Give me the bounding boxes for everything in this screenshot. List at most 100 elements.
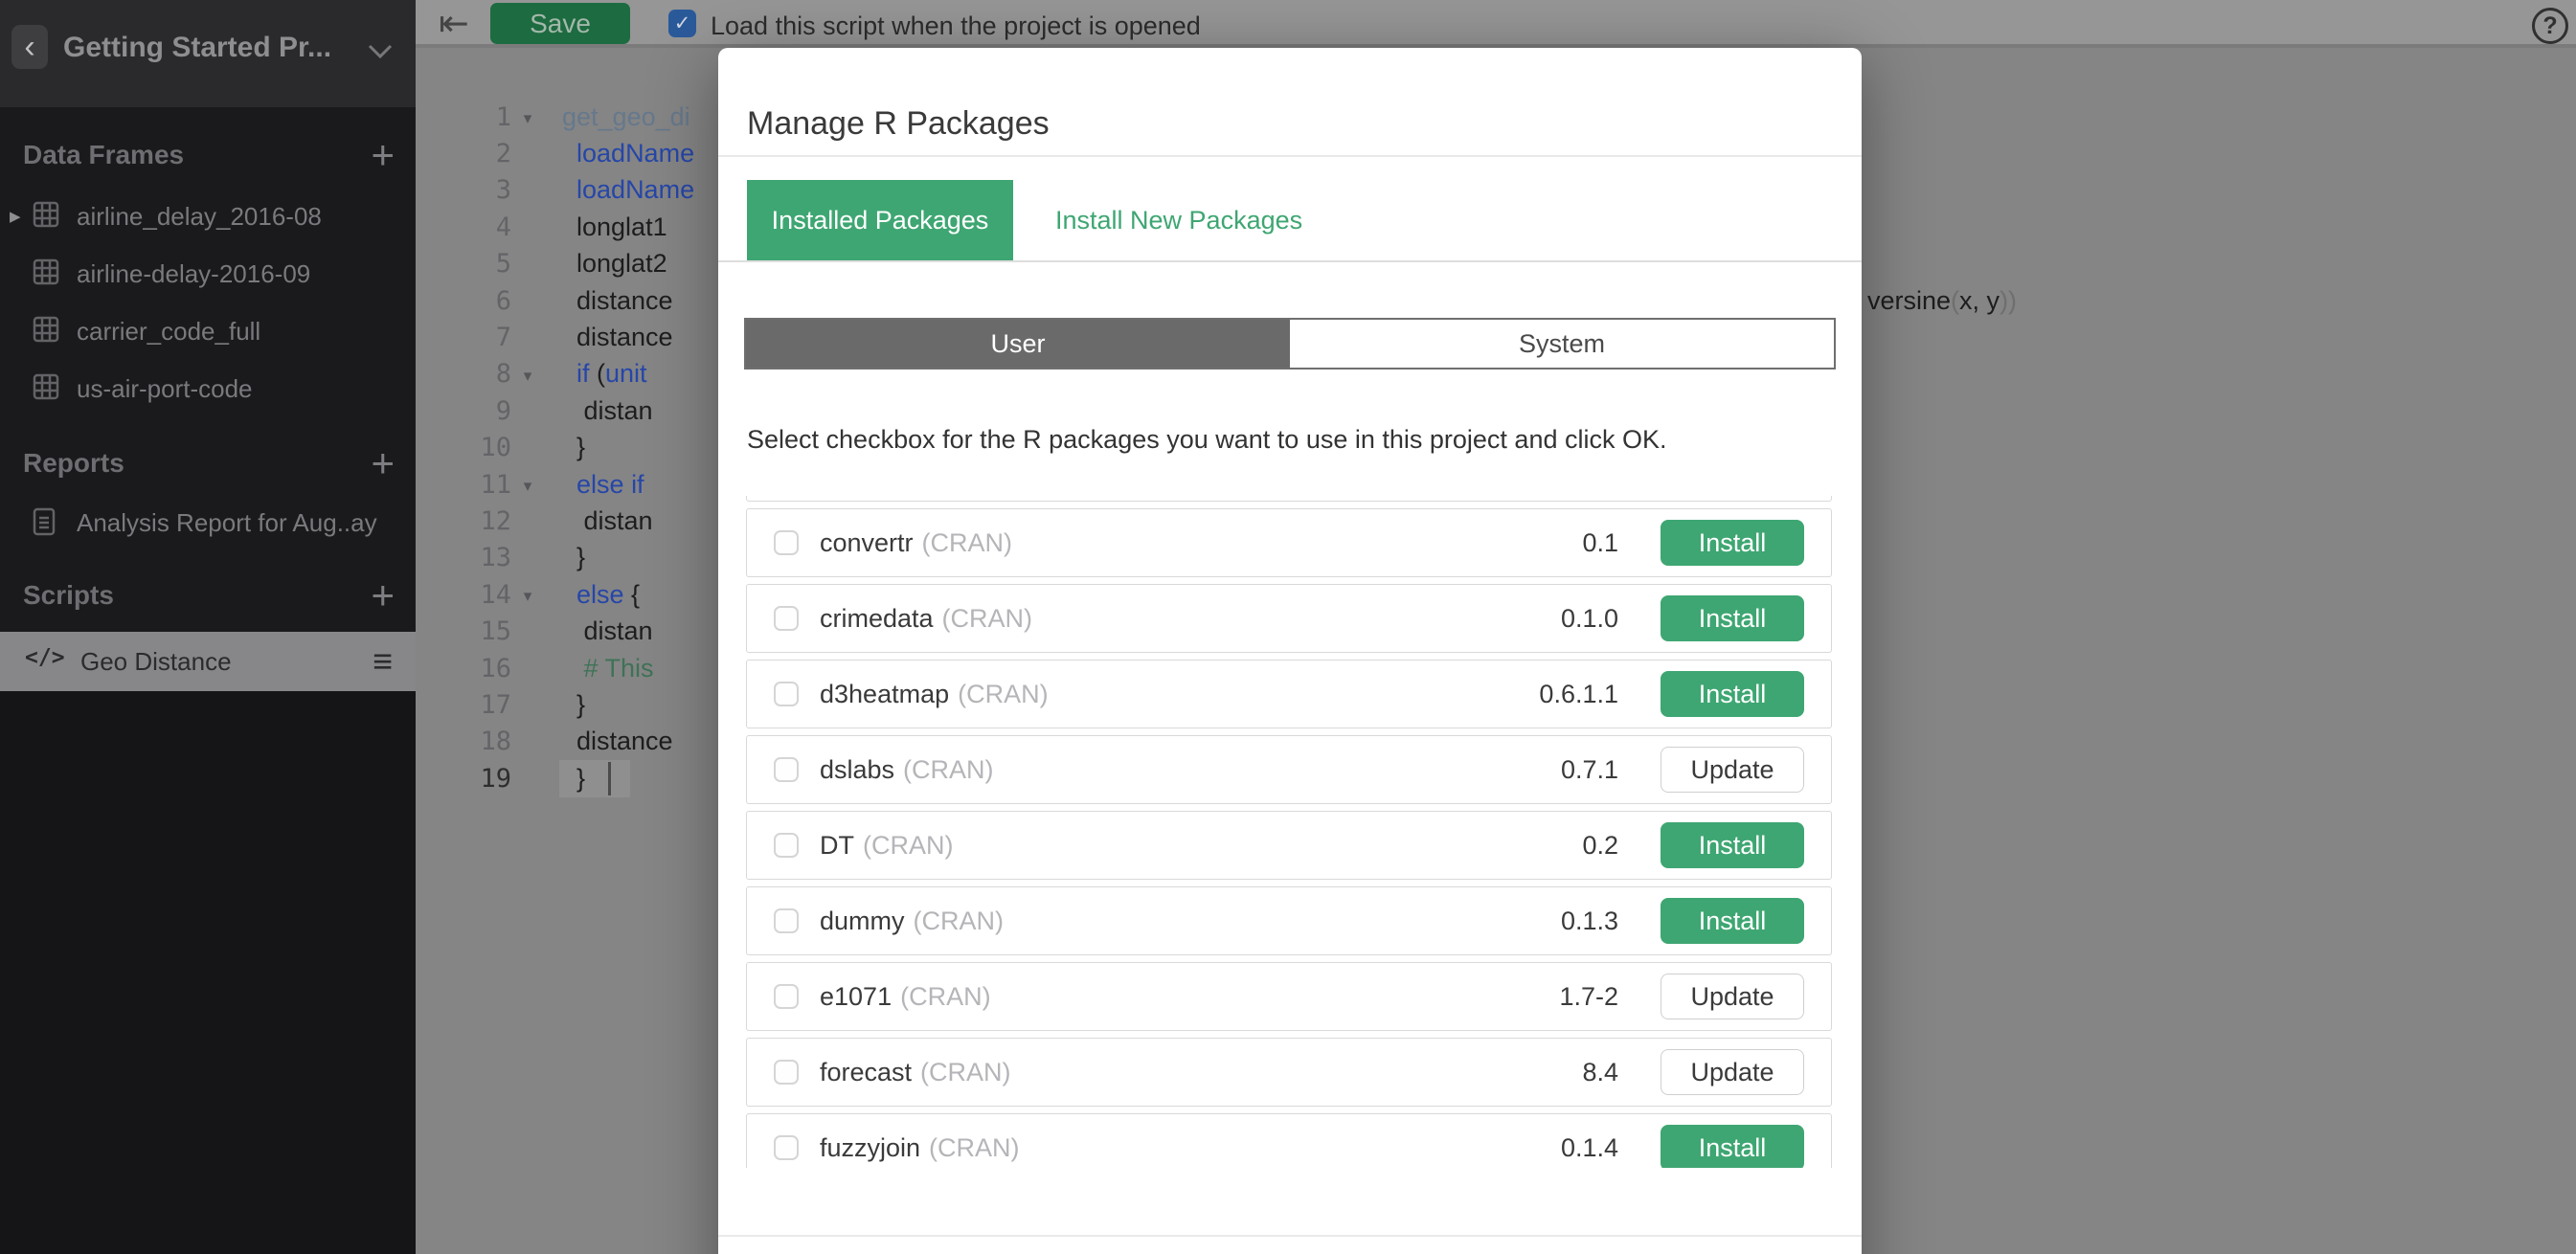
fold-arrow-icon[interactable] [511, 703, 544, 706]
package-version: 0.1.3 [1561, 907, 1618, 936]
package-action-button[interactable]: Install [1661, 822, 1804, 868]
code-text: longlat2 [544, 249, 667, 279]
package-name: d3heatmap [820, 680, 949, 709]
sidebar-item-data-frame[interactable]: ▶ airline_delay_2016-08 [0, 188, 416, 245]
dialog-title: Manage R Packages [747, 105, 1050, 143]
fold-arrow-icon[interactable] [511, 299, 544, 302]
line-number: 10 [416, 433, 511, 462]
help-icon[interactable]: ? [2532, 8, 2568, 44]
package-action-button[interactable]: Update [1661, 1049, 1804, 1095]
package-action-button[interactable]: Install [1661, 595, 1804, 641]
line-number: 1 [416, 102, 511, 132]
package-list[interactable]: convertr (CRAN) 0.1 Install crimedata (C… [746, 496, 1832, 1168]
fold-arrow-icon[interactable] [511, 189, 544, 192]
fold-arrow-icon[interactable] [511, 666, 544, 670]
project-title[interactable]: Getting Started Pr... [63, 32, 331, 64]
package-checkbox[interactable] [774, 833, 799, 858]
code-text: } [544, 764, 585, 794]
item-label: airline_delay_2016-08 [77, 202, 322, 232]
code-token: x, y [1959, 286, 2000, 316]
code-text: # This [544, 654, 654, 683]
package-checkbox[interactable] [774, 682, 799, 706]
load-script-checkbox-label: Load this script when the project is ope… [711, 11, 1201, 41]
package-action-button[interactable]: Install [1661, 520, 1804, 566]
fold-arrow-icon[interactable] [511, 446, 544, 450]
add-script-button[interactable]: + [371, 572, 395, 618]
code-token: distan [562, 506, 653, 535]
package-row: fuzzyjoin (CRAN) 0.1.4 Install [746, 1113, 1832, 1168]
fold-arrow-icon[interactable] [511, 225, 544, 229]
chevron-down-icon[interactable] [368, 44, 393, 64]
package-checkbox[interactable] [774, 606, 799, 631]
code-token [562, 359, 576, 388]
package-action-button[interactable]: Install [1661, 898, 1804, 944]
package-row: d3heatmap (CRAN) 0.6.1.1 Install [746, 660, 1832, 728]
package-version: 1.7-2 [1559, 982, 1618, 1012]
item-label: us-air-port-code [77, 374, 253, 404]
load-script-checkbox[interactable]: ✓ [668, 10, 696, 37]
tab-installed-packages[interactable]: Installed Packages [747, 180, 1013, 260]
package-name: crimedata [820, 604, 934, 634]
package-checkbox[interactable] [774, 984, 799, 1009]
package-source: (CRAN) [920, 1058, 1011, 1087]
package-action-button[interactable]: Update [1661, 974, 1804, 1019]
fold-arrow-icon[interactable] [511, 630, 544, 634]
section-label: Reports [23, 448, 124, 479]
dialog-tabs: Installed Packages Install New Packages [747, 180, 1344, 260]
sidebar-item-report[interactable]: Analysis Report for Aug..ay [0, 494, 416, 551]
code-token: loadName [576, 175, 694, 204]
scope-system-button[interactable]: System [1290, 320, 1834, 368]
package-name: convertr [820, 528, 914, 558]
sidebar-item-data-frame[interactable]: ▶ airline-delay-2016-09 [0, 245, 416, 302]
code-token: longlat2 [562, 249, 667, 278]
package-version: 0.1.0 [1561, 604, 1618, 634]
fold-arrow-icon[interactable] [511, 152, 544, 156]
code-text: distance [544, 727, 673, 756]
package-checkbox[interactable] [774, 1135, 799, 1160]
fold-arrow-icon[interactable] [511, 336, 544, 340]
section-data-frames: Data Frames + ▶ airline_delay_2016-08 ▶ … [0, 134, 416, 417]
fold-arrow-icon[interactable] [511, 519, 544, 523]
package-checkbox[interactable] [774, 908, 799, 933]
sidebar-item-data-frame[interactable]: ▶ carrier_code_full [0, 302, 416, 360]
sidebar-item-script-selected[interactable]: </> Geo Distance ≡ [0, 632, 416, 691]
collapse-sidebar-icon[interactable]: ⇤ [439, 2, 469, 45]
fold-arrow-icon[interactable] [511, 740, 544, 744]
fold-arrow-icon[interactable]: ▾ [511, 583, 544, 606]
line-number: 15 [416, 616, 511, 646]
fold-arrow-icon[interactable] [511, 776, 544, 780]
package-action-button[interactable]: Update [1661, 747, 1804, 793]
expand-arrow-icon[interactable]: ▶ [10, 208, 21, 225]
package-row: DT (CRAN) 0.2 Install [746, 811, 1832, 880]
package-checkbox[interactable] [774, 757, 799, 782]
fold-arrow-icon[interactable] [511, 262, 544, 266]
table-grid-icon [33, 373, 59, 405]
code-token: if [576, 359, 590, 388]
fold-arrow-icon[interactable]: ▾ [511, 363, 544, 386]
code-text: if (unit [544, 359, 647, 389]
save-button[interactable]: Save [490, 3, 630, 44]
package-row: dummy (CRAN) 0.1.3 Install [746, 886, 1832, 955]
script-menu-icon[interactable]: ≡ [373, 641, 393, 682]
package-action-button[interactable]: Install [1661, 671, 1804, 717]
add-report-button[interactable]: + [371, 440, 395, 486]
code-text: } [544, 690, 585, 720]
fold-arrow-icon[interactable]: ▾ [511, 105, 544, 128]
code-token: ( [1951, 286, 1959, 316]
scope-user-button[interactable]: User [746, 320, 1290, 368]
package-row: e1071 (CRAN) 1.7-2 Update [746, 962, 1832, 1031]
fold-arrow-icon[interactable]: ▾ [511, 473, 544, 496]
code-token: if [631, 470, 644, 499]
back-button[interactable]: ‹ [11, 25, 48, 69]
tab-install-new-packages[interactable]: Install New Packages [1013, 180, 1344, 260]
fold-arrow-icon[interactable] [511, 409, 544, 413]
package-name: forecast [820, 1058, 912, 1087]
package-checkbox[interactable] [774, 1060, 799, 1085]
package-action-button[interactable]: Install [1661, 1125, 1804, 1168]
add-data-frame-button[interactable]: + [371, 132, 395, 178]
code-token: distance [562, 323, 673, 351]
dialog-footer [718, 1235, 1862, 1254]
package-checkbox[interactable] [774, 530, 799, 555]
sidebar-item-data-frame[interactable]: ▶ us-air-port-code [0, 360, 416, 417]
fold-arrow-icon[interactable] [511, 556, 544, 560]
